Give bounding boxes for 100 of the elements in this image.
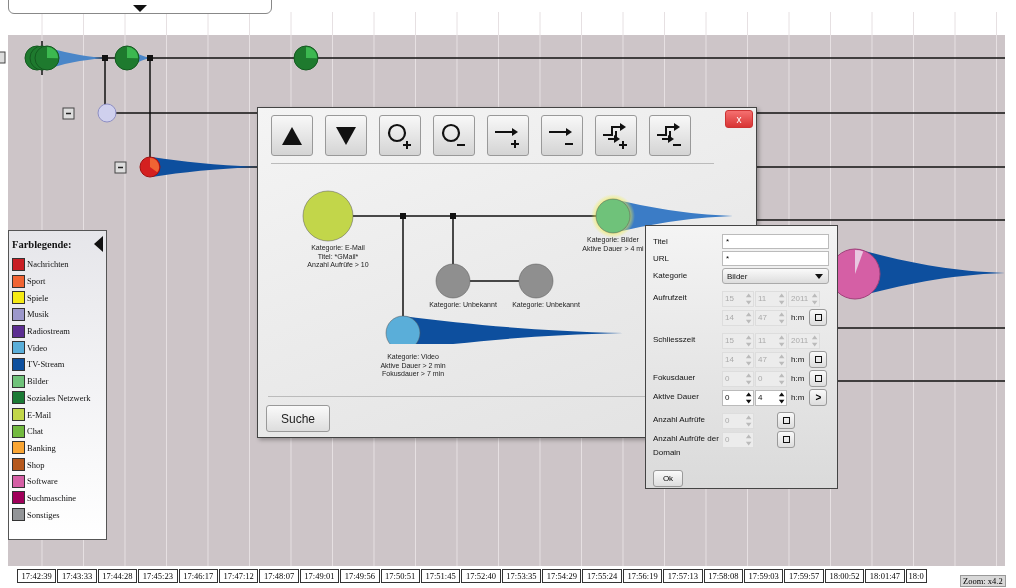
text-input[interactable]: * — [722, 234, 829, 249]
toggle-button[interactable] — [809, 351, 828, 368]
collapse-icon[interactable] — [114, 161, 127, 174]
field-label: Kategorie — [653, 270, 689, 282]
text-input[interactable]: * — [722, 251, 829, 266]
remove-node-button[interactable] — [433, 115, 475, 156]
junction-marker — [450, 213, 456, 219]
query-node[interactable] — [302, 190, 354, 242]
ok-button[interactable]: Ok — [653, 470, 683, 487]
query-node[interactable] — [385, 315, 421, 344]
query-node[interactable] — [518, 263, 554, 299]
up-down-arrows-icon — [776, 291, 786, 306]
legend-label: Banking — [27, 442, 56, 453]
legend-label: E-Mail — [27, 409, 52, 420]
unit-label: h:m — [791, 355, 805, 364]
field-label: URL — [653, 253, 670, 265]
remove-branch-button[interactable] — [649, 115, 691, 156]
junction-marker — [400, 213, 406, 219]
up-down-arrows-icon — [776, 333, 786, 348]
time-tick-label: 17:43:33 — [57, 569, 97, 583]
pie-node[interactable] — [293, 45, 319, 71]
add-edge-button[interactable] — [487, 115, 529, 156]
down-button[interactable] — [325, 115, 367, 156]
time-tick-label: 18:0 — [905, 569, 927, 583]
legend-label: Musik — [27, 309, 49, 320]
category-dropdown[interactable]: Bilder — [722, 268, 829, 284]
up-down-arrows-icon — [743, 291, 753, 306]
time-tick-label: 18:00:52 — [824, 569, 865, 583]
time-tick-label: 17:54:29 — [542, 569, 582, 583]
triangle-down-icon — [336, 126, 356, 145]
field-label: Aktive Dauer — [653, 391, 700, 403]
field-label: Fokusdauer — [653, 372, 697, 384]
legend-label: Sonstiges — [27, 509, 60, 520]
query-node[interactable] — [435, 263, 471, 299]
legend-label: Shop — [27, 459, 45, 470]
up-down-arrows-icon — [743, 371, 753, 386]
toggle-button[interactable] — [809, 309, 828, 326]
up-down-arrows-icon — [743, 333, 753, 348]
number-spinner[interactable]: 4 — [755, 389, 787, 406]
up-down-arrows-icon — [776, 352, 786, 367]
field-label: Anzahl Aufrüfe der Domain — [653, 433, 720, 459]
close-button[interactable]: x — [725, 110, 753, 128]
time-tick-label: 17:44:28 — [97, 569, 138, 583]
time-tick-label: 17:51:45 — [420, 569, 461, 583]
add-branch-button[interactable] — [595, 115, 637, 156]
add-node-button[interactable] — [379, 115, 421, 156]
operator-button[interactable]: > — [809, 389, 828, 406]
field-label: Schliesszeit — [653, 334, 697, 346]
up-down-arrows-icon — [776, 310, 786, 325]
dropdown-box[interactable] — [8, 0, 272, 14]
time-tick-label: 17:46:17 — [178, 569, 218, 583]
collapse-icon[interactable] — [62, 107, 75, 120]
pie-stack[interactable] — [24, 40, 60, 76]
time-tick-label: 17:53:35 — [501, 569, 542, 583]
caret-icon — [133, 5, 147, 12]
legend-label: Soziales Netzwerk — [27, 392, 91, 403]
up-down-arrows-icon — [776, 390, 786, 405]
legend-title: Farblegende: — [12, 238, 72, 250]
legend-label: TV-Stream — [27, 359, 65, 370]
circle-minus-icon — [441, 122, 467, 149]
zoom-label: Zoom: x4.2 — [960, 575, 1006, 587]
number-spinner[interactable]: 0 — [722, 389, 754, 406]
legend-label: Video — [27, 342, 48, 353]
legend-label: Bilder — [27, 376, 49, 387]
legend-label: Spiele — [27, 292, 49, 303]
time-tick-label: 17:58:08 — [703, 569, 744, 583]
remove-edge-button[interactable] — [541, 115, 583, 156]
unit-label: h:m — [791, 393, 805, 402]
pie-node[interactable] — [114, 45, 140, 71]
time-tick-label: 17:42:39 — [17, 569, 57, 583]
up-down-arrows-icon — [743, 390, 753, 405]
up-down-arrows-icon — [776, 371, 786, 386]
toggle-button[interactable] — [777, 431, 795, 448]
time-tick-label: 17:59:03 — [744, 569, 784, 583]
up-down-arrows-icon — [809, 291, 819, 306]
legend-label: Nachrichten — [27, 259, 69, 270]
up-down-arrows-icon — [743, 310, 753, 325]
time-tick-label: 17:57:13 — [663, 569, 703, 583]
pie-node[interactable] — [139, 156, 161, 178]
square-icon — [814, 356, 822, 363]
time-tick-label: 17:47:12 — [218, 569, 259, 583]
collapse-arrow-icon[interactable] — [94, 236, 103, 252]
toggle-button[interactable] — [777, 412, 795, 429]
time-tick-label: 17:45:23 — [138, 569, 178, 583]
up-down-arrows-icon — [743, 352, 753, 367]
square-icon — [814, 314, 822, 321]
up-down-arrows-icon — [743, 413, 753, 428]
up-button[interactable] — [271, 115, 313, 156]
legend-label: Sport — [27, 276, 46, 287]
caret-icon — [815, 273, 823, 279]
triangle-up-icon — [282, 126, 302, 145]
legend-label: Suchmaschine — [27, 492, 77, 503]
circle-node[interactable] — [97, 103, 117, 123]
toggle-button[interactable] — [809, 370, 828, 387]
up-down-arrows-icon — [743, 432, 753, 447]
time-tick-label: 17:48:07 — [259, 569, 299, 583]
square-icon — [814, 375, 822, 382]
field-label: Titel — [653, 236, 669, 248]
search-button[interactable]: Suche — [266, 405, 330, 432]
time-tick-label: 17:49:01 — [299, 569, 340, 583]
